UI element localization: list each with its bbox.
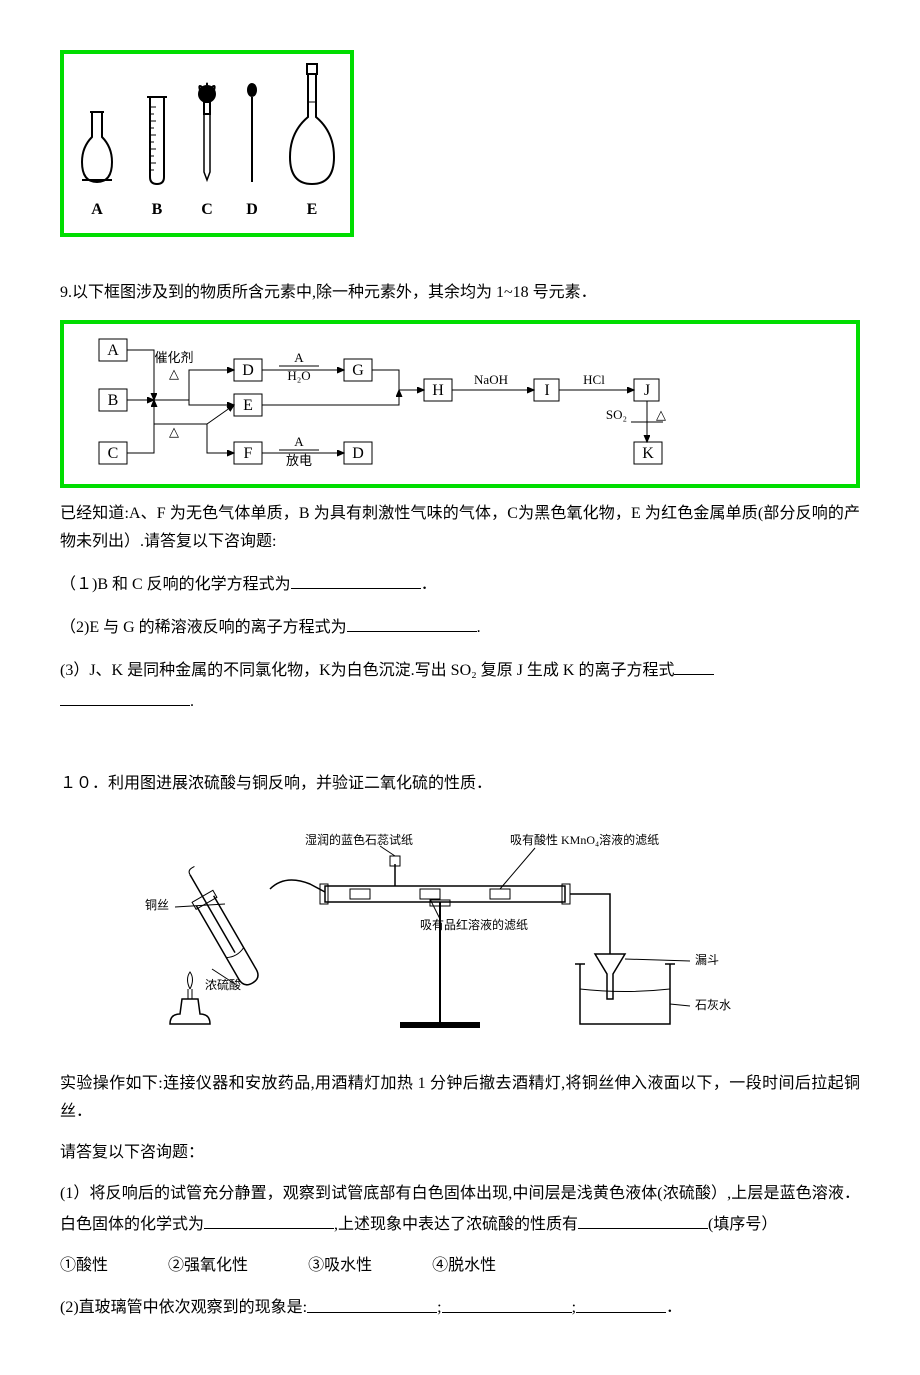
num: ③ xyxy=(308,1257,324,1274)
volumetric-flask-icon xyxy=(282,62,342,192)
num: ② xyxy=(168,1257,184,1274)
flask-flat-bottom-icon xyxy=(72,102,122,192)
apparatus-label: D xyxy=(246,201,258,218)
svg-text:H: H xyxy=(432,382,444,399)
svg-text:E: E xyxy=(243,397,253,414)
q10-options: ①酸性 ②强氧化性 ③吸水性 ④脱水性 xyxy=(60,1252,860,1281)
q9-p3-text: (3）J、K 是同种金属的不同氯化物，K为白色沉淀.写出 SO₂ 复原 J 生成… xyxy=(60,662,674,679)
blank xyxy=(307,1292,437,1312)
svg-text:K: K xyxy=(642,445,654,462)
apparatus-label: A xyxy=(91,201,103,218)
apparatus-figure: A B C xyxy=(60,50,354,237)
q9-known: 已经知道:A、F 为无色气体单质，B 为具有刺激性气味的气体，C为黑色氧化物，E… xyxy=(60,500,860,558)
label-pinhong: 吸有品红溶液的滤纸 xyxy=(420,917,528,932)
apparatus-b: B xyxy=(142,92,172,225)
label-litmus: 湿润的蓝色石蕊试纸 xyxy=(305,832,413,847)
q9-p2: （2)E 与 G 的稀溶液反响的离子方程式为. xyxy=(60,612,860,643)
svg-text:I: I xyxy=(544,382,549,399)
q10-number: １０． xyxy=(60,775,108,792)
thermometer-icon xyxy=(242,82,262,192)
opt-text: 脱水性 xyxy=(448,1257,496,1274)
q10-answer-prompt: 请答复以下咨询题： xyxy=(60,1139,860,1168)
svg-text:A: A xyxy=(294,350,304,365)
svg-text:D: D xyxy=(242,362,254,379)
blank xyxy=(578,1209,708,1229)
num: ④ xyxy=(432,1257,448,1274)
dropper-icon xyxy=(192,82,222,192)
svg-text:△: △ xyxy=(169,424,179,439)
blank xyxy=(204,1209,334,1229)
option-4: ④脱水性 xyxy=(432,1252,496,1281)
svg-text:J: J xyxy=(644,382,650,399)
q10-p1c: (填序号） xyxy=(708,1216,777,1233)
blank xyxy=(291,569,421,589)
q10-p2: (2)直玻璃管中依次观察到的现象是:;;． xyxy=(60,1292,860,1323)
q9-p1-text: （１)B 和 C 反响的化学方程式为 xyxy=(60,576,291,593)
svg-text:HCl: HCl xyxy=(583,372,605,387)
punct: . xyxy=(190,693,194,710)
svg-text:B: B xyxy=(108,392,119,409)
blank xyxy=(347,612,477,632)
svg-text:D: D xyxy=(352,445,364,462)
opt-text: 吸水性 xyxy=(324,1257,372,1274)
punct: ． xyxy=(666,1300,682,1317)
num: ① xyxy=(60,1257,76,1274)
q9-intro-text: 以下框图涉及到的物质所含元素中,除一种元素外，其余均为 1~18 号元素． xyxy=(72,284,597,301)
svg-text:G: G xyxy=(352,362,364,379)
apparatus-label: C xyxy=(201,201,213,218)
label-h2so4: 浓硫酸 xyxy=(205,977,241,992)
label-cuwire: 铜丝 xyxy=(145,897,169,912)
q9-number: 9. xyxy=(60,284,72,301)
svg-text:△: △ xyxy=(656,407,666,422)
q10-intro: １０．利用图进展浓硫酸与铜反响，并验证二氧化硫的性质． xyxy=(60,770,860,799)
svg-text:NaOH: NaOH xyxy=(474,372,508,387)
punct: . xyxy=(477,619,481,636)
experiment-setup-icon: 湿润的蓝色石蕊试纸 吸有酸性 KMnO₄溶液的滤纸 铜丝 吸有品红溶液的滤纸 浓… xyxy=(140,814,780,1044)
apparatus-label: E xyxy=(307,201,318,218)
apparatus-label: B xyxy=(152,201,163,218)
q9-p2-text: （2)E 与 G 的稀溶液反响的离子方程式为 xyxy=(60,619,347,636)
apparatus-e: E xyxy=(282,62,342,225)
apparatus-d: D xyxy=(242,82,262,225)
apparatus-c: C xyxy=(192,82,222,225)
svg-text:SO₂: SO₂ xyxy=(606,407,627,422)
q10-p1: (1）将反响后的试管充分静置，观察到试管底部有白色固体出现,中间层是浅黄色液体(… xyxy=(60,1180,860,1240)
q10-intro-text: 利用图进展浓硫酸与铜反响，并验证二氧化硫的性质． xyxy=(108,775,492,792)
svg-text:△: △ xyxy=(169,366,179,381)
blank xyxy=(576,1292,666,1312)
blank xyxy=(674,655,714,675)
q10-p1b: ,上述现象中表达了浓硫酸的性质有 xyxy=(334,1216,578,1233)
punct: ． xyxy=(421,576,437,593)
blank xyxy=(60,686,190,706)
svg-text:A: A xyxy=(294,434,304,449)
q9-p3: (3）J、K 是同种金属的不同氯化物，K为白色沉淀.写出 SO₂ 复原 J 生成… xyxy=(60,655,860,717)
q10-p2a: (2)直玻璃管中依次观察到的现象是: xyxy=(60,1300,307,1317)
graduated-cylinder-icon xyxy=(142,92,172,192)
svg-text:放电: 放电 xyxy=(286,453,312,468)
q9-intro: 9.以下框图涉及到的物质所含元素中,除一种元素外，其余均为 1~18 号元素． xyxy=(60,279,860,308)
svg-text:A: A xyxy=(107,342,119,359)
label-kmno4: 吸有酸性 KMnO₄溶液的滤纸 xyxy=(510,832,659,847)
option-1: ①酸性 xyxy=(60,1252,108,1281)
svg-text:催化剂: 催化剂 xyxy=(154,350,193,365)
label-limewater: 石灰水 xyxy=(695,998,731,1012)
svg-text:C: C xyxy=(108,445,119,462)
q10-operation: 实验操作如下:连接仪器和安放药品,用酒精灯加热 1 分钟后撤去酒精灯,将铜丝伸入… xyxy=(60,1070,860,1128)
apparatus-a: A xyxy=(72,102,122,225)
q10-experiment-diagram: 湿润的蓝色石蕊试纸 吸有酸性 KMnO₄溶液的滤纸 铜丝 吸有品红溶液的滤纸 浓… xyxy=(60,814,860,1055)
q9-p1: （１)B 和 C 反响的化学方程式为 ． xyxy=(60,569,860,600)
option-2: ②强氧化性 xyxy=(168,1252,248,1281)
label-funnel: 漏斗 xyxy=(695,953,719,967)
q9-flow-diagram: A B C D E F G D H I J K xyxy=(60,320,860,488)
opt-text: 酸性 xyxy=(76,1257,108,1274)
opt-text: 强氧化性 xyxy=(184,1257,248,1274)
blank xyxy=(442,1292,572,1312)
svg-text:F: F xyxy=(244,445,253,462)
svg-text:H₂O: H₂O xyxy=(287,368,310,383)
option-3: ③吸水性 xyxy=(308,1252,372,1281)
flow-chart-icon: A B C D E F G D H I J K xyxy=(79,334,699,474)
